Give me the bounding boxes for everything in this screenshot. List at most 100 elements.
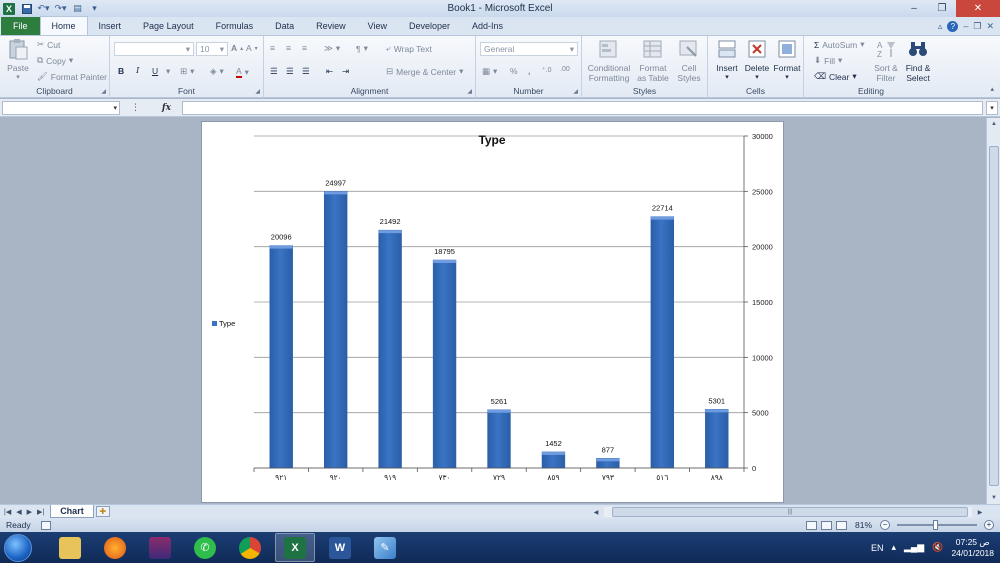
accounting-format-button[interactable]: ▦ ▾ — [482, 66, 497, 77]
comma-button[interactable]: , — [528, 66, 530, 76]
font-color-button[interactable]: A ▾ — [236, 66, 249, 78]
tab-home[interactable]: Home — [39, 16, 88, 35]
autosum-button[interactable]: Σ AutoSum ▾ — [814, 39, 865, 50]
tab-page-layout[interactable]: Page Layout — [132, 17, 205, 35]
alignment-launcher-icon[interactable]: ◢ — [467, 88, 472, 95]
insert-function-icon[interactable]: fx — [162, 103, 171, 113]
underline-dropdown[interactable]: ▾ — [166, 66, 170, 77]
grow-font-button[interactable]: A ▴ — [231, 43, 243, 53]
customize-qat-icon[interactable]: ▾ — [89, 3, 100, 14]
format-as-table-button[interactable]: Format as Table — [634, 38, 672, 83]
collapse-ribbon-icon[interactable]: ▵ — [938, 21, 943, 32]
insert-cells-button[interactable]: Insert ▾ — [712, 38, 742, 83]
network-icon[interactable]: ▂▄▆ — [904, 542, 924, 553]
minimize-button[interactable]: – — [900, 0, 928, 17]
increase-decimal-button[interactable]: ⁺.0 — [542, 66, 552, 74]
name-box[interactable]: ▾ — [2, 100, 120, 115]
workbook-restore-icon[interactable]: ❐ — [973, 21, 981, 32]
paste-button[interactable]: Paste ▾ — [4, 38, 32, 83]
middle-align-button[interactable]: ≡ — [286, 43, 291, 53]
chart-area[interactable]: 0 5000 10000 15000 20000 25000 30000 Type 20096 ٩… — [201, 121, 784, 503]
percent-button[interactable]: % — [510, 66, 518, 76]
tab-formulas[interactable]: Formulas — [205, 17, 265, 35]
help-icon[interactable]: ? — [947, 20, 959, 32]
page-layout-view-icon[interactable] — [820, 520, 832, 530]
horizontal-scroll-thumb[interactable]: ||| — [612, 507, 968, 517]
format-cells-button[interactable]: Format ▾ — [772, 38, 802, 83]
decrease-decimal-button[interactable]: .00 — [560, 66, 570, 73]
redo-icon[interactable]: ↷▾ — [54, 3, 66, 14]
number-launcher-icon[interactable]: ◢ — [573, 88, 578, 95]
text-direction-button[interactable]: ¶ ▾ — [356, 43, 368, 54]
top-align-button[interactable]: ≡ — [270, 43, 275, 53]
last-sheet-icon[interactable]: ▶| — [37, 508, 44, 516]
tab-review[interactable]: Review — [305, 17, 357, 35]
horizontal-scrollbar[interactable]: ◀ ||| ▶ — [590, 507, 986, 517]
shrink-font-button[interactable]: A ▾ — [246, 43, 258, 53]
start-button-icon[interactable] — [4, 533, 32, 562]
align-right-button[interactable]: ☰ — [302, 66, 310, 77]
zoom-out-button[interactable]: − — [880, 520, 890, 530]
volume-muted-icon[interactable]: 🔇 — [932, 542, 943, 553]
macro-record-icon[interactable] — [40, 520, 51, 530]
scroll-down-arrow-icon[interactable]: ▼ — [987, 492, 1000, 504]
formula-input[interactable] — [182, 100, 983, 115]
fill-button[interactable]: ⬇ Fill ▾ — [814, 55, 842, 66]
taskbar-explorer[interactable] — [50, 533, 90, 562]
ribbon-collapse-icon[interactable]: ▴ — [990, 85, 994, 93]
italic-button[interactable]: I — [136, 66, 139, 76]
prev-sheet-icon[interactable]: ◀ — [16, 508, 21, 516]
cut-button[interactable]: ✂ Cut — [37, 39, 60, 50]
clear-button[interactable]: ⌫ Clear ▾ — [814, 71, 857, 82]
close-button[interactable]: ✕ — [956, 0, 1000, 17]
fill-color-button[interactable]: ◈ ▾ — [210, 66, 224, 77]
wrap-text-button[interactable]: ⤶ Wrap Text — [386, 43, 432, 54]
first-sheet-icon[interactable]: |◀ — [4, 508, 11, 516]
orientation-button[interactable]: ≫ ▾ — [324, 43, 340, 54]
sort-filter-button[interactable]: AZ Sort & Filter — [870, 38, 902, 83]
tab-data[interactable]: Data — [264, 17, 305, 35]
copy-button[interactable]: ⧉ Copy ▾ — [37, 55, 73, 66]
taskbar-paint[interactable]: ✎ — [365, 533, 405, 562]
clipboard-launcher-icon[interactable]: ◢ — [101, 88, 106, 95]
expand-formula-bar-button[interactable]: ▾ — [986, 100, 998, 115]
name-box-dropdown-icon[interactable]: ▾ — [113, 104, 117, 112]
tab-developer[interactable]: Developer — [398, 17, 461, 35]
save-icon[interactable] — [21, 3, 32, 14]
tab-view[interactable]: View — [357, 17, 398, 35]
zoom-in-button[interactable]: + — [984, 520, 994, 530]
borders-button[interactable]: ⊞ ▾ — [180, 66, 194, 77]
taskbar-whatsapp[interactable]: ✆ — [185, 533, 225, 562]
insert-worksheet-icon[interactable]: ✚ — [95, 506, 110, 517]
undo-icon[interactable]: ↶▾ — [37, 3, 49, 14]
taskbar-firefox[interactable] — [95, 533, 135, 562]
formula-bar-grip-icon[interactable]: ⋮ — [131, 102, 140, 113]
merge-center-button[interactable]: ⊟ Merge & Center ▾ — [386, 66, 463, 77]
workbook-minimize-icon[interactable]: – — [963, 21, 968, 31]
font-name-combo[interactable]: ▾ — [114, 42, 194, 56]
bold-button[interactable]: B — [118, 66, 124, 76]
zoom-slider-knob[interactable] — [933, 520, 938, 530]
bottom-align-button[interactable]: ≡ — [302, 43, 307, 53]
workbook-close-icon[interactable]: ✕ — [986, 21, 994, 32]
restore-button[interactable]: ❐ — [928, 0, 956, 17]
format-painter-button[interactable]: 🖌 Format Painter — [37, 71, 107, 82]
font-size-combo[interactable]: 10 ▾ — [196, 42, 228, 56]
taskbar-excel[interactable]: X — [275, 533, 315, 562]
tab-add-ins[interactable]: Add-Ins — [461, 17, 514, 35]
tab-file[interactable]: File — [1, 17, 40, 35]
sheet-tab-chart[interactable]: Chart — [50, 505, 94, 518]
scroll-right-arrow-icon[interactable]: ▶ — [974, 507, 986, 517]
language-indicator[interactable]: EN — [871, 543, 884, 553]
underline-button[interactable]: U — [152, 66, 158, 76]
print-preview-icon[interactable]: ▤ — [72, 3, 83, 14]
cell-styles-button[interactable]: Cell Styles — [674, 38, 704, 83]
taskbar-winrar[interactable] — [140, 533, 180, 562]
find-select-button[interactable]: Find & Select — [902, 38, 934, 83]
bar-chart[interactable]: 0 5000 10000 15000 20000 25000 30000 Type 20096 ٩… — [202, 122, 785, 504]
vertical-scroll-thumb[interactable] — [989, 146, 999, 486]
align-left-button[interactable]: ☰ — [270, 66, 278, 77]
delete-cells-button[interactable]: Delete ▾ — [742, 38, 772, 83]
conditional-formatting-button[interactable]: Conditional Formatting — [584, 38, 634, 83]
number-format-combo[interactable]: General ▾ — [480, 42, 578, 56]
